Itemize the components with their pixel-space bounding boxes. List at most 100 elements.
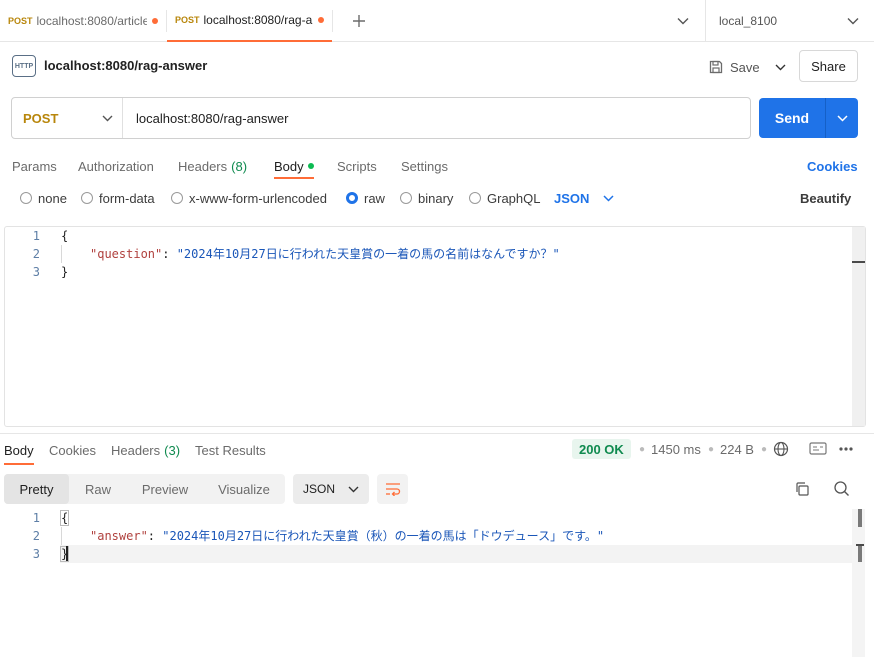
save-response-example-icon[interactable] xyxy=(809,441,827,456)
headers-count: (8) xyxy=(231,158,248,174)
send-options-chevron-icon[interactable] xyxy=(826,98,858,138)
request-line-numbers: 1 2 3 xyxy=(0,227,40,281)
environment-label: local_8100 xyxy=(719,14,778,28)
line-number: 1 xyxy=(32,511,40,525)
json-key: "question" xyxy=(90,247,163,261)
radio-label: form-data xyxy=(99,190,155,206)
response-tab-headers-label: Headers xyxy=(111,442,161,458)
search-icon[interactable] xyxy=(833,480,850,497)
radio-graphql[interactable]: GraphQL xyxy=(469,190,540,206)
view-preview-button[interactable]: Preview xyxy=(127,474,203,504)
beautify-button[interactable]: Beautify xyxy=(800,190,851,206)
body-format-select[interactable]: JSON xyxy=(554,190,614,206)
tab-rag-answer[interactable]: POST localhost:8080/rag-an xyxy=(167,0,332,42)
more-options-icon[interactable] xyxy=(838,442,854,456)
radio-label: GraphQL xyxy=(487,190,541,206)
radio-form-data[interactable]: form-data xyxy=(81,190,155,206)
response-tab-cookies-label: Cookies xyxy=(49,442,96,458)
radio-label: binary xyxy=(418,190,454,206)
http-request-icon: HTTP xyxy=(12,55,36,77)
new-tab-plus-icon[interactable] xyxy=(349,11,369,31)
radio-none[interactable]: none xyxy=(20,190,67,206)
globe-icon[interactable] xyxy=(773,441,789,457)
save-button[interactable]: Save xyxy=(708,53,760,81)
response-tab-body-label: Body xyxy=(4,442,34,458)
view-visualize-button[interactable]: Visualize xyxy=(203,474,285,504)
request-title[interactable]: localhost:8080/rag-answer xyxy=(44,58,207,73)
response-time[interactable]: 1450 ms xyxy=(651,441,701,457)
method-label: POST xyxy=(23,110,59,126)
code-close-brace-line: } xyxy=(59,545,604,563)
tab-title: localhost:8080/rag-an xyxy=(203,13,313,27)
response-scrollbar[interactable] xyxy=(852,509,865,657)
request-code: { "question": "2024年10月27日に行われた天皇賞の一着の馬の… xyxy=(61,227,560,281)
meta-separator: ● xyxy=(761,443,768,455)
radio-urlencoded[interactable]: x-www-form-urlencoded xyxy=(171,190,327,206)
tab-params[interactable]: Params xyxy=(12,154,57,178)
text-cursor xyxy=(66,546,68,561)
radio-label: raw xyxy=(364,190,385,206)
send-button[interactable]: Send xyxy=(759,98,825,138)
url-input[interactable] xyxy=(124,98,744,138)
code-open-brace-line: { xyxy=(59,509,604,527)
response-size[interactable]: 224 B xyxy=(720,441,754,457)
body-format-label: JSON xyxy=(554,190,590,206)
environment-chevron-icon[interactable] xyxy=(845,13,861,29)
code-line-question: "question": "2024年10月27日に行われた天皇賞の一着の馬の名前… xyxy=(61,245,560,263)
response-scroll-marker xyxy=(858,545,862,562)
json-value: "2024年10月27日に行われた天皇賞（秋）の一着の馬は「ドウデュース」です。… xyxy=(162,529,605,543)
tab-divider xyxy=(332,10,333,32)
tab-body-label: Body xyxy=(274,158,304,174)
response-tab-cookies[interactable]: Cookies xyxy=(49,441,96,459)
radio-raw[interactable]: raw xyxy=(346,190,385,206)
response-code[interactable]: { "answer": "2024年10月27日に行われた天皇賞（秋）の一着の馬… xyxy=(59,509,604,563)
save-options-chevron-icon[interactable] xyxy=(771,58,789,76)
radio-circle-icon xyxy=(400,192,412,204)
response-line-numbers: 1 2 3 xyxy=(0,509,40,563)
save-disk-icon xyxy=(709,60,723,74)
cookies-link[interactable]: Cookies xyxy=(807,154,858,178)
http-badge-text: HTTP xyxy=(14,62,34,70)
status-badge[interactable]: 200 OK xyxy=(572,439,631,459)
request-scrollbar[interactable] xyxy=(852,227,865,426)
radio-binary[interactable]: binary xyxy=(400,190,453,206)
view-raw-button[interactable]: Raw xyxy=(69,474,127,504)
radio-circle-icon xyxy=(20,192,32,204)
code-open-brace: { xyxy=(61,229,69,243)
tab-scripts[interactable]: Scripts xyxy=(337,154,377,178)
copy-icon[interactable] xyxy=(794,481,810,497)
tab-settings[interactable]: Settings xyxy=(401,154,448,178)
json-colon: : xyxy=(147,529,163,543)
response-scroll-thumb[interactable] xyxy=(858,509,862,527)
radio-circle-icon xyxy=(81,192,93,204)
line-number: 1 xyxy=(32,229,40,243)
tab-title: localhost:8080/article xyxy=(36,14,147,28)
request-scroll-thumb[interactable] xyxy=(852,261,865,263)
response-tab-headers[interactable]: Headers (3) xyxy=(111,441,180,459)
response-tab-test-results[interactable]: Test Results xyxy=(195,441,266,459)
line-number: 2 xyxy=(32,529,40,543)
code-line-answer: "answer": "2024年10月27日に行われた天皇賞（秋）の一着の馬は「… xyxy=(61,527,604,545)
view-pretty-button[interactable]: Pretty xyxy=(4,474,69,504)
tab-method: POST xyxy=(8,16,33,26)
response-format-select[interactable]: JSON xyxy=(293,474,369,504)
tab-method: POST xyxy=(175,15,200,25)
radio-label: x-www-form-urlencoded xyxy=(189,190,327,206)
response-scroll-cursor-marker xyxy=(856,544,864,546)
tab-settings-label: Settings xyxy=(401,158,448,174)
tab-body[interactable]: Body xyxy=(274,154,314,178)
share-button[interactable]: Share xyxy=(799,50,858,82)
tab-authorization[interactable]: Authorization xyxy=(78,154,154,178)
meta-separator: ● xyxy=(639,443,646,455)
indent-guide xyxy=(61,527,62,545)
line-number: 3 xyxy=(32,265,40,279)
wrap-lines-icon[interactable] xyxy=(377,474,408,504)
tab-headers[interactable]: Headers (8) xyxy=(178,154,247,178)
tab-scripts-label: Scripts xyxy=(337,158,377,174)
json-key: "answer" xyxy=(90,529,148,543)
method-select[interactable]: POST xyxy=(12,98,123,138)
tabs-dropdown-chevron-icon[interactable] xyxy=(675,13,691,29)
response-tab-body[interactable]: Body xyxy=(4,441,34,459)
radio-label: none xyxy=(38,190,67,206)
tab-article[interactable]: POST localhost:8080/article xyxy=(0,0,166,42)
